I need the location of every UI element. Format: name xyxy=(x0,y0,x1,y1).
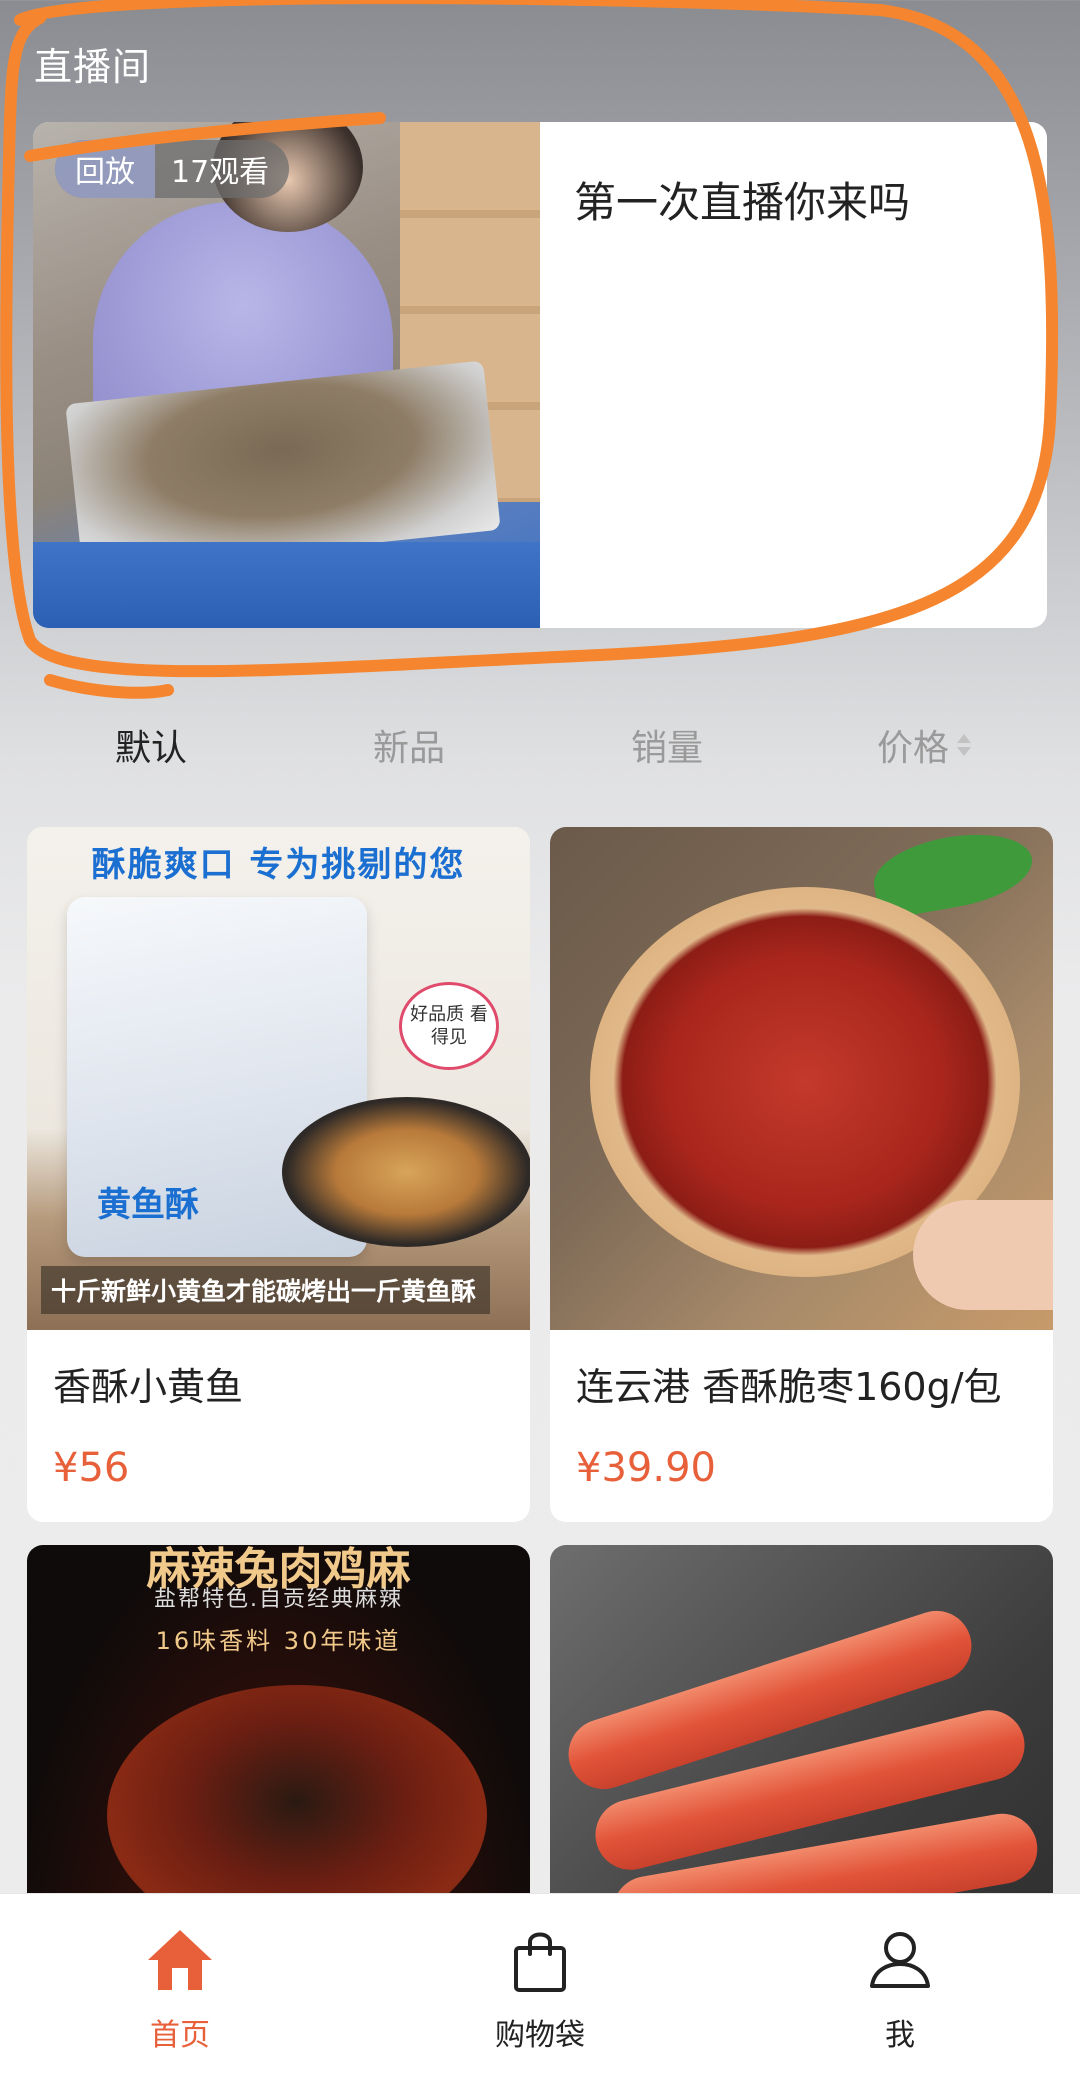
product-name: 连云港 香酥脆枣160g/包 xyxy=(576,1365,1002,1409)
sort-arrows-icon xyxy=(957,734,972,756)
sort-tab-new[interactable]: 新品 xyxy=(373,710,445,780)
live-section-title: 直播间 xyxy=(34,45,152,89)
live-info: 第一次直播你来吗 xyxy=(540,122,1047,628)
fish-plate xyxy=(282,1097,530,1247)
replay-badge: 回放 xyxy=(55,140,155,198)
shopping-bag-icon xyxy=(514,1932,566,1992)
live-card[interactable]: 回放 17观看 第一次直播你来吗 xyxy=(33,122,1047,628)
thumbnail-bags xyxy=(33,542,540,628)
quality-bubble: 好品质 看得见 xyxy=(399,982,499,1070)
product-card[interactable]: 连云港 香酥脆枣160g/包 ¥39.90 xyxy=(550,827,1053,1522)
bag-label-text: 黄鱼酥 xyxy=(97,1185,199,1225)
sort-tab-label: 默认 xyxy=(115,728,188,769)
viewer-count: 17观看 xyxy=(171,155,270,190)
sort-tab-label: 销量 xyxy=(631,728,704,769)
image-banner-text: 酥脆爽口 专为挑剔的您 xyxy=(91,845,466,885)
nav-shopping-bag[interactable]: 购物袋 xyxy=(420,1894,660,2073)
live-thumbnail: 回放 17观看 xyxy=(33,122,540,628)
sort-bar: 默认 新品 销量 价格 xyxy=(0,710,1080,780)
product-price: ¥39.90 xyxy=(576,1445,716,1491)
product-card[interactable]: 酥脆爽口 专为挑剔的您 黄鱼酥 好品质 看得见 十斤新鲜小黄鱼才能碳烤出一斤黄鱼… xyxy=(27,827,530,1522)
sort-tab-label: 新品 xyxy=(373,728,446,769)
hand-decoration xyxy=(913,1200,1053,1310)
image-tagline-text: 16味香料 30年味道 xyxy=(155,1627,402,1655)
image-subtitle-text: 盐帮特色.自贡经典麻辣 xyxy=(154,1587,403,1612)
product-image: 酥脆爽口 专为挑剔的您 黄鱼酥 好品质 看得见 十斤新鲜小黄鱼才能碳烤出一斤黄鱼… xyxy=(27,827,530,1330)
user-icon xyxy=(870,1932,930,1988)
sort-tab-label: 价格 xyxy=(877,728,950,769)
nav-label: 首页 xyxy=(150,2018,210,2053)
bottom-nav: 首页 购物袋 我 xyxy=(0,1893,1080,2073)
nav-label: 购物袋 xyxy=(495,2018,585,2053)
product-name: 香酥小黄鱼 xyxy=(53,1365,244,1409)
sort-tab-sales[interactable]: 销量 xyxy=(631,710,703,780)
live-status-badge: 回放 17观看 xyxy=(55,140,290,198)
nav-me[interactable]: 我 xyxy=(780,1894,1020,2073)
product-image xyxy=(550,827,1053,1330)
live-title: 第一次直播你来吗 xyxy=(574,178,911,227)
nav-home[interactable]: 首页 xyxy=(60,1894,300,2073)
image-caption: 十斤新鲜小黄鱼才能碳烤出一斤黄鱼酥 xyxy=(41,1266,490,1314)
home-icon xyxy=(148,1930,212,1990)
product-price: ¥56 xyxy=(53,1445,130,1491)
sort-tab-default[interactable]: 默认 xyxy=(115,710,187,780)
sort-tab-price[interactable]: 价格 xyxy=(877,710,972,780)
nav-label: 我 xyxy=(885,2018,915,2053)
